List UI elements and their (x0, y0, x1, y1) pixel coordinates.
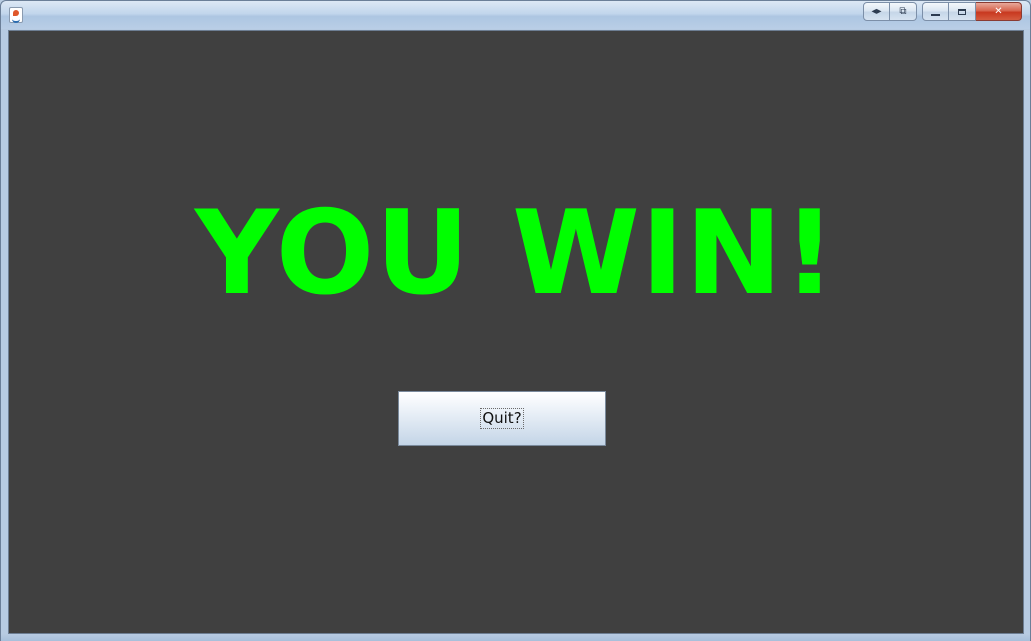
game-panel: YOU WIN! Quit? (8, 30, 1024, 634)
maximize-icon (958, 8, 966, 15)
extra-controls: ◂▸ ⧉ (863, 2, 917, 21)
minimize-icon (931, 13, 940, 16)
switch-window-icon[interactable]: ⧉ (890, 2, 917, 21)
title-bar[interactable]: ◂▸ ⧉ ✕ (1, 1, 1030, 29)
java-app-icon[interactable] (9, 7, 23, 23)
window-controls: ✕ (922, 2, 1022, 21)
close-icon: ✕ (994, 6, 1003, 17)
window-bottom-border (1, 634, 1030, 641)
win-message: YOU WIN! (194, 186, 838, 321)
quit-button[interactable]: Quit? (398, 391, 606, 446)
quit-button-label: Quit? (480, 408, 524, 429)
minimize-button[interactable] (922, 2, 949, 21)
close-button[interactable]: ✕ (976, 2, 1022, 21)
app-window: ◂▸ ⧉ ✕ YOU WIN! Quit? (0, 0, 1031, 641)
back-forward-icon[interactable]: ◂▸ (863, 2, 890, 21)
maximize-button[interactable] (949, 2, 976, 21)
